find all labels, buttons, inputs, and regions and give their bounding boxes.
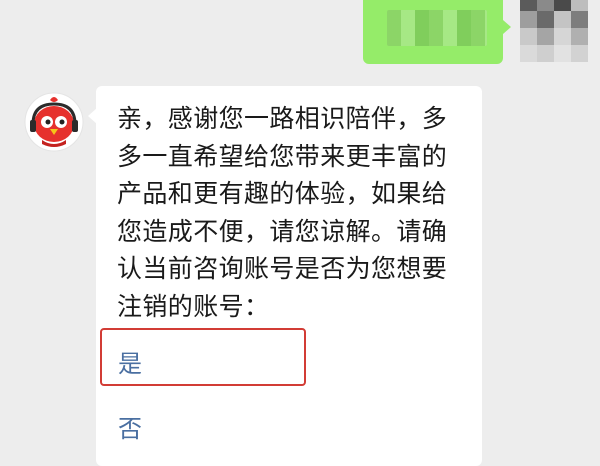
bot-avatar[interactable] <box>24 92 84 152</box>
option-yes-link[interactable]: 是 <box>118 344 142 379</box>
option-no-link[interactable]: 否 <box>118 409 142 444</box>
message-text: 亲，感谢您一路相识陪伴，多多一直希望给您带来更丰富的产品和更有趣的体验，如果给您… <box>117 104 448 321</box>
mascot-avatar-icon <box>24 92 84 152</box>
outgoing-bubble-tail <box>503 20 511 34</box>
obscured-text <box>387 10 487 46</box>
outgoing-message-bubble <box>363 0 503 64</box>
user-avatar[interactable] <box>520 0 588 62</box>
